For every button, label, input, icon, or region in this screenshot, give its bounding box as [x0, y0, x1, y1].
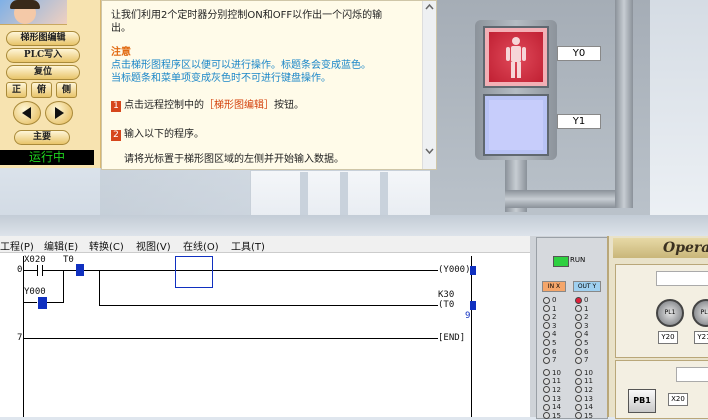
- switch-section-header: [676, 367, 708, 382]
- instructor-avatar: [0, 0, 67, 25]
- operation-panel-title: Opera: [613, 238, 708, 258]
- lamp-y1: [483, 94, 549, 156]
- menu-convert[interactable]: 转换(C): [89, 238, 124, 253]
- coil-marker: [470, 301, 476, 310]
- pilot-lamp-1: PL1: [656, 299, 684, 327]
- step-1-text: 点击远程控制中的: [124, 100, 204, 111]
- previous-button[interactable]: [13, 101, 41, 125]
- pl1-address: Y20: [658, 331, 678, 344]
- pb1-address: X20: [668, 393, 688, 406]
- output-label: OUT Y: [573, 281, 601, 292]
- menu-online[interactable]: 在线(O): [183, 238, 219, 253]
- plc-io-module: RUN IN X OUT Y 0 1 2 3 4 5 6 7 10 11 12 …: [536, 237, 608, 420]
- step-3-text: 请将光标置于梯形图区域的左侧并开始输入数据。: [124, 154, 344, 165]
- step-2-text: 输入以下的程序。: [124, 129, 204, 140]
- arrow-left-icon: [22, 107, 31, 119]
- intro-text-cont: 出。: [111, 23, 131, 34]
- run-label: RUN: [570, 256, 586, 264]
- next-button[interactable]: [45, 101, 73, 125]
- timer-setting: K30: [438, 290, 455, 300]
- side-view-button[interactable]: 侧: [56, 82, 77, 98]
- branch-wire: [99, 270, 100, 305]
- y1-label: Y1: [557, 114, 601, 129]
- coil-t0-text: T0: [443, 300, 455, 310]
- menu-view[interactable]: 视图(V): [136, 238, 171, 253]
- rung-wire: [23, 338, 438, 339]
- chevron-down-icon[interactable]: [423, 145, 436, 157]
- menu-tools[interactable]: 工具(T): [231, 238, 265, 253]
- rung-wire: [43, 270, 76, 271]
- ladder-editor[interactable]: 工程(P) 编辑(E) 转换(C) 视图(V) 在线(O) 工具(T) 0 7 …: [0, 236, 530, 417]
- menu-edit[interactable]: 编辑(E): [44, 238, 78, 253]
- lamp-section-header: [656, 271, 708, 286]
- pedestrian-icon: [506, 37, 526, 78]
- ladder-cursor[interactable]: [175, 256, 213, 288]
- input-leds: 0 1 2 3 4 5 6 7 10 11 12 13 14 15: [543, 296, 561, 420]
- front-view-button[interactable]: 正: [6, 82, 27, 98]
- end-text: END: [443, 333, 460, 343]
- switch-section: PB1 X20: [615, 360, 708, 419]
- rung-wire: [23, 270, 37, 271]
- input-label: IN X: [542, 281, 566, 292]
- instruction-scrollbar[interactable]: [422, 1, 436, 169]
- contact-t0-nc[interactable]: [76, 264, 84, 276]
- step-1-highlight: ［梯形图编辑］: [204, 100, 274, 111]
- note-line-2: 当标题条和菜单项变成灰色时不可进行键盘操作。: [111, 73, 331, 84]
- lamp-y0: [483, 26, 549, 88]
- plc-write-button[interactable]: PLC写入: [6, 48, 80, 63]
- output-leds: 0 1 2 3 4 5 6 7 10 11 12 13 14 15: [575, 296, 593, 420]
- step-1: 1 点击远程控制中的［梯形图编辑］按钮。: [111, 96, 304, 112]
- signal-lamp-unit: [475, 20, 557, 160]
- run-status: 运行中: [0, 150, 94, 165]
- step-2: 2 输入以下的程序。: [111, 125, 204, 141]
- coil-y000-text: Y000: [443, 265, 466, 275]
- end-instruction: [END]: [438, 333, 466, 343]
- pilot-lamp-2: PL2: [692, 299, 708, 327]
- ladder-edit-button[interactable]: 梯形图编辑: [6, 31, 80, 46]
- left-power-rail: [23, 256, 24, 417]
- coil-t0-label: (T0: [438, 300, 455, 310]
- coil-marker: [470, 266, 476, 275]
- right-power-rail: [471, 256, 472, 417]
- pl2-address: Y21: [694, 331, 708, 344]
- remote-control-panel: 梯形图编辑 PLC写入 复位 正 俯 侧 主要 运行中: [0, 0, 101, 168]
- rung-wire: [47, 302, 63, 303]
- rung-wire: [99, 305, 438, 306]
- top-view-button[interactable]: 俯: [31, 82, 52, 98]
- step-1-number: 1: [111, 101, 121, 112]
- contact-y000-label: Y000: [24, 287, 46, 297]
- operation-panel: Opera PL1 PL2 Y20 Y21 PB1 X20: [607, 236, 708, 419]
- contact-x020-label: X020: [24, 255, 46, 265]
- instruction-panel: 让我们利用2个定时器分别控制ON和OFF以作出一个闪烁的输 出。 注意 点击梯形…: [101, 0, 437, 170]
- step-number-0: 0: [17, 265, 23, 275]
- reset-button[interactable]: 复位: [6, 65, 80, 80]
- intro-text: 让我们利用2个定时器分别控制ON和OFF以作出一个闪烁的输: [111, 10, 383, 21]
- step-number-7: 7: [17, 333, 23, 343]
- arrow-right-icon: [55, 107, 64, 119]
- chevron-up-icon[interactable]: [423, 1, 436, 13]
- coil-y000-label: (Y000): [438, 265, 471, 275]
- contact-y000-active[interactable]: [38, 297, 47, 309]
- menu-project[interactable]: 工程(P): [0, 238, 34, 253]
- timer-count: 9: [465, 311, 471, 321]
- rung-wire: [23, 302, 37, 303]
- main-menu-button[interactable]: 主要: [14, 130, 70, 145]
- lamp-section: PL1 PL2 Y20 Y21: [615, 264, 708, 358]
- run-led: [553, 256, 569, 267]
- y0-label: Y0: [557, 46, 601, 61]
- contact-bar: [37, 265, 38, 276]
- pushbutton-pb1[interactable]: PB1: [628, 389, 656, 413]
- menu-bar: 工程(P) 编辑(E) 转换(C) 视图(V) 在线(O) 工具(T): [0, 236, 530, 253]
- rung-wire: [84, 270, 438, 271]
- step-1-text-end: 按钮。: [274, 100, 304, 111]
- branch-wire: [63, 270, 64, 303]
- contact-t0-label: T0: [63, 255, 74, 265]
- step-2-number: 2: [111, 130, 121, 141]
